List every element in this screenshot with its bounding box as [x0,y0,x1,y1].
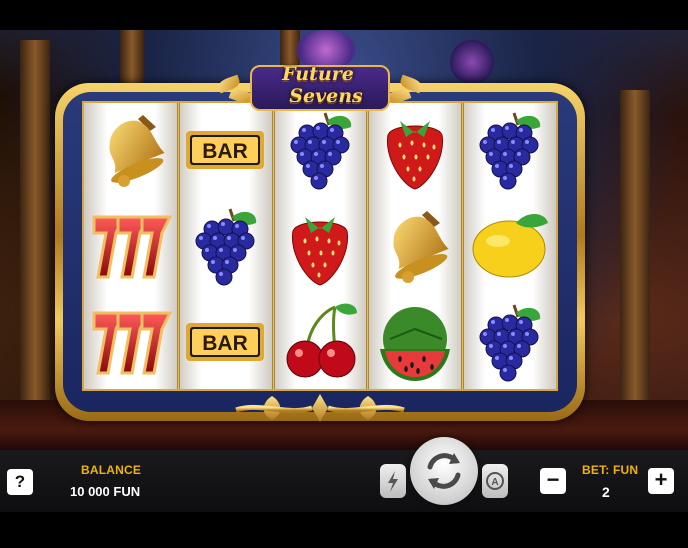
turbo-button[interactable] [380,464,406,498]
symbol-seven-icon [88,203,174,289]
background-pillar [620,90,650,420]
bet-decrease-button[interactable]: − [540,468,566,494]
game-logo: Future Sevens [214,58,426,116]
bet-value: 2 [602,484,610,500]
svg-text:A: A [491,477,498,488]
bet-increase-button[interactable]: + [648,468,674,494]
symbol-grapes-icon [466,107,552,193]
spin-button[interactable] [410,437,478,505]
top-black-bar [0,0,688,30]
bottom-gold-ornament [235,394,405,422]
svg-text:BAR: BAR [202,140,248,163]
symbol-grapes-icon [182,203,268,289]
logo-text-line2: Sevens [289,85,363,107]
bet-label: BET: FUN [582,463,639,477]
reel-divider [461,103,464,389]
symbol-strawberry-icon [372,107,458,193]
symbol-seven-icon [88,299,174,385]
background-pillar [20,40,50,430]
spin-arrows-icon [427,453,461,489]
symbol-bar-icon: BAR [182,299,268,385]
reel-area: BAR BAR [82,101,558,391]
symbol-bar-icon: BAR [182,107,268,193]
symbol-bell-icon [88,107,174,193]
lightning-icon [388,471,398,492]
game-screen: BAR BAR Future Sevens ? BALANCE 10 000 F… [0,0,688,548]
reel-divider [366,103,369,389]
symbol-grapes-icon [466,299,552,385]
planet-decoration [450,40,494,84]
autoplay-icon: A [486,472,504,490]
symbol-grapes-icon [277,107,363,193]
balance-value: 10 000 FUN [70,484,141,499]
symbol-watermelon-icon [372,299,458,385]
svg-text:BAR: BAR [202,332,248,355]
reel-divider [272,103,275,389]
symbol-bell-icon [372,203,458,289]
bottom-black-bar [0,512,688,548]
control-bar [0,450,688,512]
symbol-lemon-icon [466,203,552,289]
help-button[interactable]: ? [7,469,33,495]
balance-label: BALANCE [81,463,142,477]
logo-text-line1: Future [282,63,354,85]
reel-divider [177,103,180,389]
symbol-cherries-icon [277,299,363,385]
symbol-strawberry-icon [277,203,363,289]
autoplay-button[interactable]: A [482,464,508,498]
